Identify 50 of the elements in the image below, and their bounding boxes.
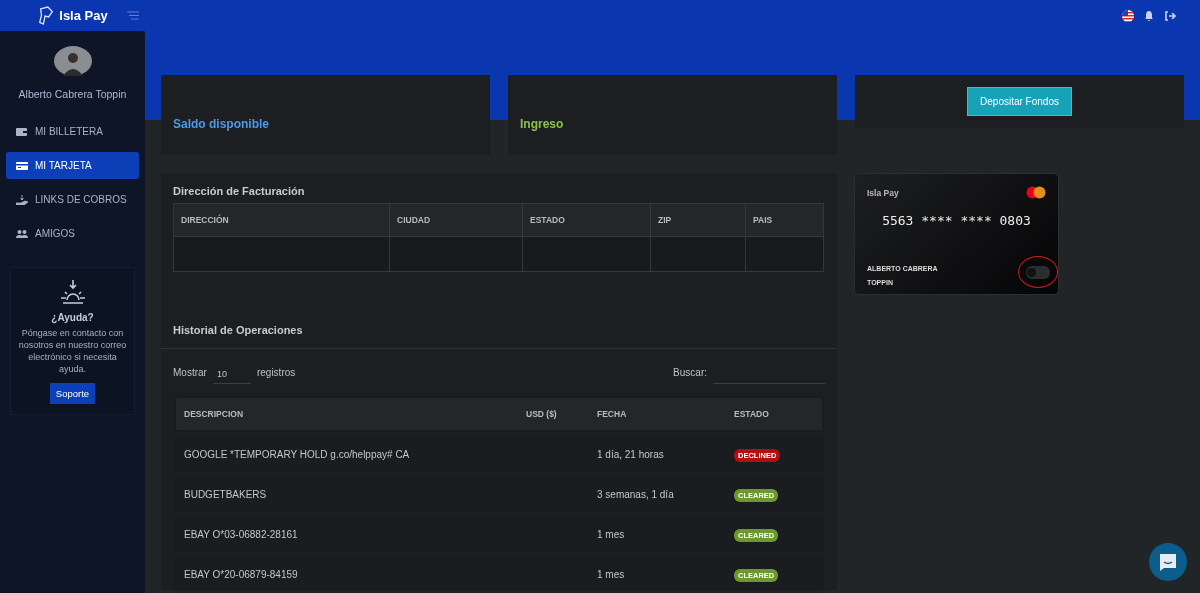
date-cell-text: 1 mes (597, 528, 626, 540)
column-header: PAIS (745, 203, 824, 237)
logout-icon[interactable] (1164, 9, 1176, 22)
nav-item[interactable]: MI TARJETA (6, 152, 139, 179)
nav-item[interactable]: MI BILLETERA (6, 118, 139, 145)
card-brand: Isla Pay (867, 187, 899, 198)
description-cell-text: EBAY O*20-06879-84159 (184, 568, 299, 580)
description-cell-text: EBAY O*03-06882-28161 (184, 528, 299, 540)
sunrise-icon (58, 280, 87, 304)
flag-icon[interactable] (1122, 9, 1134, 22)
search-label: Buscar: (673, 367, 707, 380)
show-label: Mostrar (173, 367, 207, 380)
mastercard-logo-icon (1026, 186, 1046, 199)
column-header: ZIP (650, 203, 746, 237)
summary-label: Ingreso (520, 117, 564, 131)
section-title: Dirección de Facturación (172, 185, 306, 197)
description-cell-text: GOOGLE *TEMPORARY HOLD g.co/helppay# CA (184, 448, 411, 460)
nav-item[interactable]: LINKS DE COBROS (6, 186, 139, 213)
bell-icon[interactable] (1143, 9, 1155, 22)
avatar (53, 46, 92, 76)
section-title: Historial de Operaciones (172, 324, 304, 336)
chat-icon (1158, 552, 1178, 572)
card-toggle[interactable] (1026, 265, 1050, 279)
column-header: FECHA (597, 409, 628, 419)
card-icon (16, 160, 28, 171)
hand-icon (16, 194, 28, 205)
nav-item[interactable]: AMIGOS (6, 220, 139, 247)
page-size-select[interactable]: 10 (212, 365, 251, 384)
column-header: ESTADO (522, 203, 651, 237)
help-title: ¿Ayuda? (51, 312, 94, 323)
date-cell-text: 3 semanas, 1 día (597, 488, 675, 500)
wallet-icon (16, 126, 28, 137)
logo-icon (37, 5, 56, 26)
users-icon (16, 228, 28, 239)
brand-name: Isla Pay (59, 8, 108, 23)
summary-label: Saldo disponible (173, 117, 269, 131)
support-button[interactable]: Soporte (49, 383, 96, 404)
card-number: 5563 **** **** 0803 (881, 213, 1032, 228)
date-cell-text: 1 día, 21 horas (597, 448, 665, 460)
records-label: registros (256, 367, 296, 380)
column-header: USD ($) (526, 409, 558, 419)
column-header: CIUDAD (389, 203, 523, 237)
column-header: DIRECCIÓN (173, 203, 390, 237)
column-header: DESCRIPCION (184, 409, 245, 419)
menu-icon[interactable] (127, 11, 139, 20)
help-text: Póngase en contacto con nosotros en nuestro correo electrónico si necesita ayuda. (17, 327, 128, 375)
column-header: ESTADO (734, 409, 770, 419)
user-name: Alberto Cabrera Toppin (18, 88, 127, 100)
date-cell-text: 1 mes (597, 568, 626, 580)
description-cell-text: BUDGETBAKERS (184, 488, 268, 500)
